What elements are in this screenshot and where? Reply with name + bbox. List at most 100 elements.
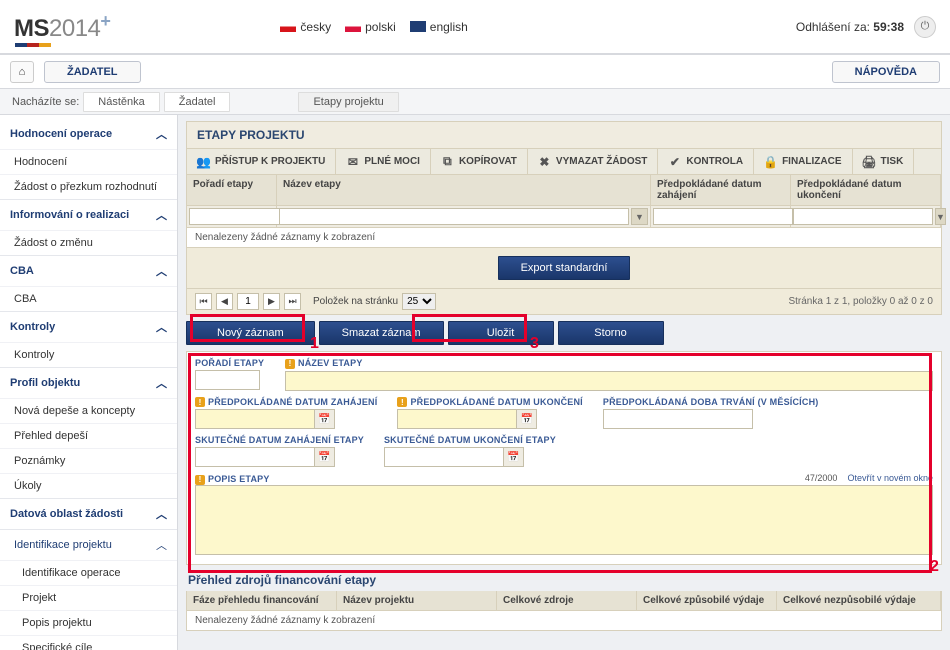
breadcrumb-item[interactable]: Žadatel [164,92,231,112]
required-icon: ! [195,397,205,407]
sidebar-item[interactable]: Žádost o přezkum rozhodnutí [0,174,177,199]
calendar-icon[interactable]: 📅 [315,409,335,429]
sidebar-group-datova[interactable]: Datová oblast žádosti︿ [0,499,177,529]
end-real-input[interactable] [384,447,504,467]
chevron-up-icon: ︿ [156,126,167,142]
sidebar-item[interactable]: Poznámky [0,448,177,473]
grid-col[interactable]: Celkové nezpůsobilé výdaje [777,591,941,610]
description-textarea[interactable] [195,485,933,555]
grid-col[interactable]: Předpokládané datum zahájení [651,175,791,205]
duration-input[interactable] [603,409,753,429]
sidebar-item[interactable]: Kontroly [0,342,177,367]
funnel-icon[interactable]: ▼ [935,208,946,225]
pager-page-input[interactable] [237,293,259,310]
start-plan-input[interactable] [195,409,315,429]
calendar-icon[interactable]: 📅 [517,409,537,429]
toolbar-powers[interactable]: ✉PLNÉ MOCI [336,149,431,174]
subgrid-empty-message: Nenalezeny žádné záznamy k zobrazení [186,611,942,631]
sidebar-group-informovani[interactable]: Informování o realizaci︿ [0,200,177,230]
top-bar: MS2014+ česky polski english Odhlášení z… [0,0,950,55]
lang-en[interactable]: english [410,20,468,34]
grid-col[interactable]: Celkové způsobilé výdaje [637,591,777,610]
sidebar-item[interactable]: Nová depeše a koncepty [0,398,177,423]
panel-title: ETAPY PROJEKTU [186,121,942,149]
sidebar-item[interactable]: Identifikace operace [0,560,177,585]
sidebar-item[interactable]: Specifické cíle [0,635,177,650]
grid-col[interactable]: Pořadí etapy [187,175,277,205]
new-record-button[interactable]: Nový záznam [186,321,315,345]
chevron-up-icon: ︿ [156,319,167,335]
field-label: !PŘEDPOKLÁDANÉ DATUM UKONČENÍ [397,397,582,408]
main-content: ETAPY PROJEKTU 👥PŘÍSTUP K PROJEKTU ✉PLNÉ… [178,115,950,650]
flag-pl-icon [345,21,361,32]
field-label: !POPIS ETAPY [195,474,270,484]
logout-button[interactable]: ⏻ [914,16,936,38]
delete-record-button[interactable]: Smazat záznam [319,321,444,345]
grid-col[interactable]: Předpokládané datum ukončení [791,175,941,205]
filter-input[interactable] [279,208,629,225]
sidebar-group-identifikace[interactable]: Identifikace projektu︿ [0,530,177,560]
pager-prev[interactable]: ◀ [216,293,233,310]
calendar-icon[interactable]: 📅 [315,447,335,467]
lang-cz[interactable]: česky [280,20,331,34]
toolbar-print[interactable]: 🖨TISK [853,149,915,174]
check-icon: ✔ [668,155,681,168]
home-button[interactable]: ⌂ [10,61,34,83]
end-plan-input[interactable] [397,409,517,429]
mail-icon: ✉ [346,155,359,168]
calendar-icon[interactable]: 📅 [504,447,524,467]
help-button[interactable]: NÁPOVĚDA [832,61,940,83]
export-button[interactable]: Export standardní [498,256,631,280]
pager-next[interactable]: ▶ [263,293,280,310]
sidebar-item[interactable]: Úkoly [0,473,177,498]
sidebar-group-hodnoceni[interactable]: Hodnocení operace︿ [0,119,177,149]
sidebar-item[interactable]: CBA [0,286,177,311]
export-row: Export standardní [186,248,942,289]
toolbar-check[interactable]: ✔KONTROLA [658,149,754,174]
toolbar-delete[interactable]: ✖VYMAZAT ŽÁDOST [528,149,658,174]
sidebar-group-kontroly[interactable]: Kontroly︿ [0,312,177,342]
breadcrumb-label: Nacházíte se: [12,96,79,108]
logo-underline [15,43,51,47]
sidebar-group-cba[interactable]: CBA︿ [0,256,177,286]
toolbar-copy[interactable]: ⧉KOPÍROVAT [431,149,528,174]
name-input[interactable] [285,371,933,391]
sidebar-item[interactable]: Hodnocení [0,149,177,174]
people-icon: 👥 [197,155,210,168]
grid-col[interactable]: Celkové zdroje [497,591,637,610]
annotation-number-1: 1 [310,335,319,353]
lock-icon: 🔒 [764,155,777,168]
sidebar-item[interactable]: Projekt [0,585,177,610]
breadcrumb-item[interactable]: Nástěnka [83,92,159,112]
grid-col[interactable]: Název projektu [337,591,497,610]
toolbar-access[interactable]: 👥PŘÍSTUP K PROJEKTU [187,149,336,174]
funnel-icon[interactable]: ▼ [631,208,648,225]
applicant-button[interactable]: ŽADATEL [44,61,141,83]
toolbar-finalize[interactable]: 🔒FINALIZACE [754,149,852,174]
pager: ⏮ ◀ ▶ ⏭ Položek na stránku 25 Stránka 1 … [186,289,942,315]
sidebar-group-profil[interactable]: Profil objektu︿ [0,368,177,398]
cancel-button[interactable]: Storno [558,321,664,345]
start-real-input[interactable] [195,447,315,467]
required-icon: ! [195,475,205,485]
required-icon: ! [285,359,295,369]
pager-perpage-label: Položek na stránku [313,296,398,307]
pager-first[interactable]: ⏮ [195,293,212,310]
annotation-number-3: 3 [530,335,539,353]
grid-col[interactable]: Název etapy [277,175,651,205]
sidebar-item[interactable]: Popis projektu [0,610,177,635]
field-label: SKUTEČNÉ DATUM UKONČENÍ ETAPY [384,435,556,445]
field-label: POŘADÍ ETAPY [195,358,265,368]
filter-input[interactable] [653,208,793,225]
grid-col[interactable]: Fáze přehledu financování [187,591,337,610]
filter-input[interactable] [793,208,933,225]
close-icon: ✖ [538,155,551,168]
lang-pl[interactable]: polski [345,20,396,34]
subpanel-title: Přehled zdrojů financování etapy [186,565,942,591]
order-input[interactable] [195,370,260,390]
pager-perpage-select[interactable]: 25 [402,293,436,310]
sidebar-item[interactable]: Žádost o změnu [0,230,177,255]
open-new-window-link[interactable]: Otevřít v novém okně [847,473,933,483]
pager-last[interactable]: ⏭ [284,293,301,310]
sidebar-item[interactable]: Přehled depeší [0,423,177,448]
